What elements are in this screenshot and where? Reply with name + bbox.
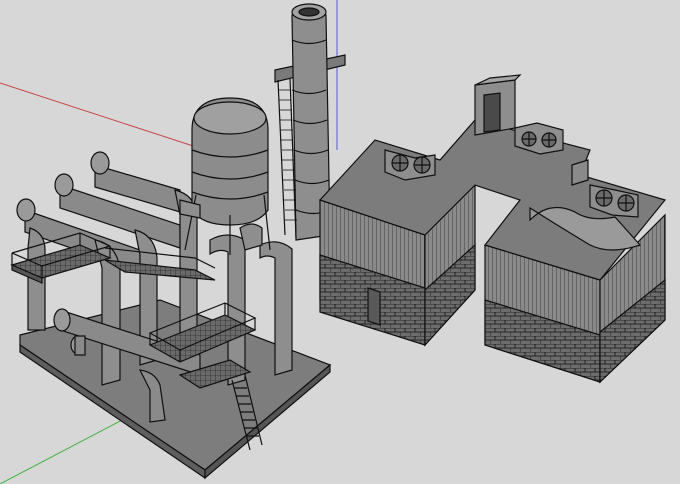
3d-viewport[interactable] — [0, 0, 680, 484]
model-canvas[interactable] — [0, 0, 680, 484]
pipe-rack-icon[interactable] — [10, 151, 332, 480]
warehouse-icon[interactable] — [318, 74, 667, 384]
